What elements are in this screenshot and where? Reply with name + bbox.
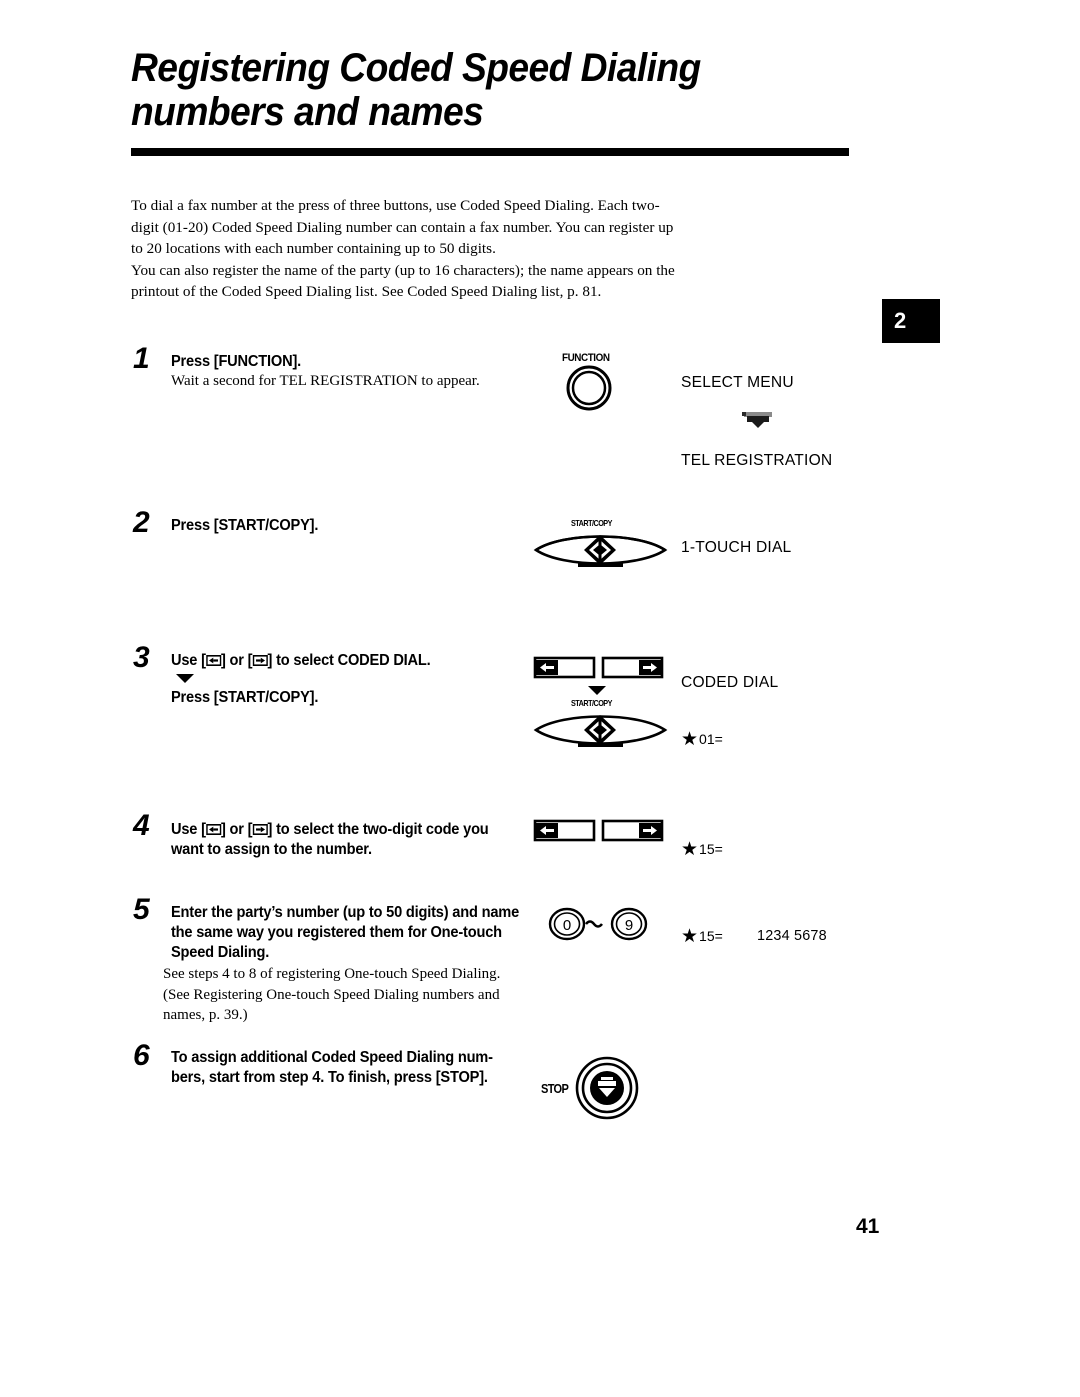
step-heading-6-line2: bers, start from step 4. To finish, pres… bbox=[171, 1069, 488, 1086]
title-divider bbox=[131, 148, 849, 156]
step-number-5: 5 bbox=[133, 893, 150, 926]
step-4-text-prefix: Use [ bbox=[171, 821, 206, 838]
display-one-touch-dial: 1-TOUCH DIAL bbox=[681, 539, 792, 556]
intro-paragraph-2: You can also register the name of the pa… bbox=[131, 261, 675, 301]
number-keys-icon: 0 9 bbox=[548, 907, 648, 941]
display-coded-dial: CODED DIAL bbox=[681, 674, 779, 691]
star-symbol-1: ★ bbox=[681, 729, 699, 750]
start-copy-button-label-step3: START/COPY bbox=[571, 698, 612, 708]
page-title-line-2: numbers and names bbox=[131, 90, 484, 134]
step-number-3: 3 bbox=[133, 641, 150, 674]
page-title-line-1: Registering Coded Speed Dialing bbox=[131, 46, 701, 90]
display-code-15-a: ★ 15= bbox=[681, 839, 723, 860]
step-heading-6-line1: To assign additional Coded Speed Dialing… bbox=[171, 1049, 493, 1066]
start-copy-button-graphic-step2[interactable]: START/COPY bbox=[533, 518, 668, 582]
arrow-keys-graphic-step4[interactable] bbox=[533, 818, 665, 851]
star-symbol-2: ★ bbox=[681, 839, 699, 860]
step-heading-3: Use [ ] or [ ] to select CODED DIAL. bbox=[171, 651, 551, 672]
display-down-arrow-1 bbox=[740, 410, 776, 435]
stop-button-graphic[interactable]: STOP bbox=[541, 1055, 643, 1121]
step-heading-4-line2: want to assign to the number. bbox=[171, 841, 372, 858]
code-15-a-value: 15= bbox=[699, 841, 723, 857]
step-number-2: 2 bbox=[133, 506, 150, 539]
step-3-text-prefix: Use [ bbox=[171, 652, 206, 669]
display-code-15-b: ★ 15= bbox=[681, 926, 723, 947]
function-button-label: FUNCTION bbox=[562, 352, 610, 364]
left-arrow-key-glyph-step3 bbox=[205, 652, 222, 672]
svg-text:0: 0 bbox=[563, 917, 571, 934]
step-subtext-5: See steps 4 to 8 of registering One-touc… bbox=[163, 966, 501, 1023]
step-heading-4: Use [ ] or [ ] to select the two-digit cod… bbox=[171, 820, 551, 841]
step-3-flow-arrow bbox=[176, 674, 194, 683]
left-arrow-key-glyph-step4 bbox=[205, 821, 222, 841]
display-entered-number: 1234 5678 bbox=[757, 928, 827, 944]
start-copy-button-icon-step2 bbox=[533, 535, 668, 567]
function-button-graphic[interactable]: FUNCTION bbox=[562, 352, 616, 417]
step-heading-1: Press [FUNCTION]. bbox=[171, 353, 302, 370]
arrow-keys-icon-step4 bbox=[533, 819, 664, 842]
stop-button-label: STOP bbox=[541, 1080, 569, 1096]
code-15-b-value: 15= bbox=[699, 928, 723, 944]
code-01-value: 01= bbox=[699, 731, 723, 747]
step-heading-2: Press [START/COPY]. bbox=[171, 517, 319, 534]
display-tel-registration: TEL REGISTRATION bbox=[681, 452, 833, 469]
step-3-text-suffix: ] to select CODED DIAL. bbox=[267, 652, 431, 669]
manual-page: Registering Coded Speed Dialing numbers … bbox=[0, 0, 1080, 1397]
step-3-text-mid: ] or [ bbox=[221, 652, 253, 669]
right-arrow-key-glyph-step4 bbox=[252, 821, 268, 841]
display-code-01: ★ 01= bbox=[681, 729, 723, 750]
page-title: Registering Coded Speed Dialing numbers … bbox=[131, 46, 851, 134]
start-copy-button-graphic-step3[interactable]: START/COPY bbox=[533, 698, 668, 762]
page-number: 41 bbox=[856, 1215, 880, 1238]
step-heading-5-line1: Enter the party’s number (up to 50 digit… bbox=[171, 904, 520, 921]
step-number-1: 1 bbox=[133, 342, 150, 375]
svg-text:9: 9 bbox=[625, 917, 633, 934]
step-number-4: 4 bbox=[133, 809, 150, 842]
step-4-text-mid: ] or [ bbox=[221, 821, 253, 838]
step-number-6: 6 bbox=[133, 1039, 150, 1072]
function-button-icon bbox=[566, 365, 612, 411]
start-copy-button-icon-step3 bbox=[533, 715, 668, 747]
step-heading-5-line3: Speed Dialing. bbox=[171, 944, 270, 961]
display-select-menu: SELECT MENU bbox=[681, 374, 794, 391]
step-heading-3b: Press [START/COPY]. bbox=[171, 689, 319, 706]
arrow-keys-graphic-step3[interactable] bbox=[533, 655, 665, 688]
start-copy-button-label-step2: START/COPY bbox=[571, 518, 612, 528]
star-symbol-3: ★ bbox=[681, 926, 699, 947]
step-4-text-suffix: ] to select the two-digit code you bbox=[267, 821, 489, 838]
arrow-keys-icon-step3 bbox=[533, 656, 664, 679]
step-heading-5-line2: the same way you registered them for One… bbox=[171, 924, 502, 941]
right-arrow-key-glyph-step3 bbox=[252, 652, 268, 672]
intro-text: To dial a fax number at the press of thr… bbox=[131, 195, 687, 303]
step-3-device-flow-arrow bbox=[588, 686, 606, 695]
chapter-tab: 2 bbox=[882, 299, 940, 343]
step-subtext-1: Wait a second for TEL REGISTRATION to ap… bbox=[171, 373, 480, 389]
stop-button-icon bbox=[575, 1056, 639, 1120]
number-keys-graphic[interactable]: 0 9 bbox=[548, 903, 648, 950]
intro-paragraph-1: To dial a fax number at the press of thr… bbox=[131, 197, 674, 257]
